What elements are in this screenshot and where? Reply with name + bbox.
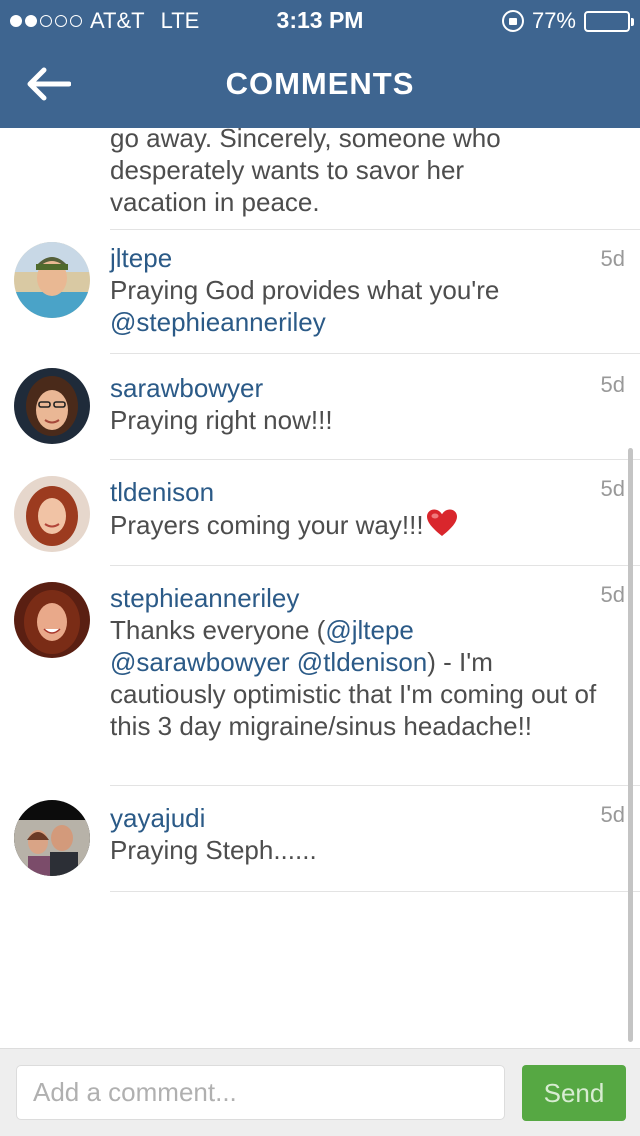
page-title: COMMENTS (225, 66, 415, 101)
comment-text: yayajudi Praying Steph...... (110, 802, 610, 866)
scrollbar[interactable] (628, 448, 633, 1042)
battery-percent: 77% (531, 8, 576, 33)
username-link[interactable]: sarawbowyer (110, 372, 610, 404)
username-link[interactable]: tldenison (110, 476, 610, 508)
avatar[interactable] (14, 800, 90, 876)
comment-body: Thanks everyone (@jltepe @sarawbowyer @tl… (110, 614, 610, 742)
comment-text: go away. Sincerely, someone who desperat… (110, 128, 610, 218)
mention-link[interactable]: @jltepe (325, 615, 414, 645)
heart-icon (426, 508, 458, 545)
comment-text: jltepe Praying God provides what you're … (110, 242, 610, 338)
comment-line: vacation in peace. (110, 187, 320, 217)
comment-body-text: Thanks everyone ( (110, 615, 326, 645)
divider (110, 229, 640, 230)
divider (110, 785, 640, 786)
comment-text: sarawbowyer Praying right now!!! (110, 372, 610, 436)
comments-list[interactable]: go away. Sincerely, someone who desperat… (0, 128, 640, 1048)
avatar[interactable] (14, 476, 90, 552)
comment-input[interactable] (16, 1065, 505, 1120)
nav-bar: COMMENTS (0, 40, 640, 128)
comment-body: Praying right now!!! (110, 405, 333, 435)
mention-link[interactable]: @sarawbowyer (110, 647, 290, 677)
top-bar: AT&T LTE 3:13 PM 77% COMMENTS (0, 0, 640, 128)
comment-timestamp: 5d (600, 246, 625, 271)
comment-timestamp: 5d (600, 372, 625, 397)
comment-text: tldenison Prayers coming your way!!! (110, 476, 610, 545)
comment-timestamp: 5d (600, 582, 625, 607)
comment-body: Praying Steph...... (110, 835, 317, 865)
comment-timestamp: 5d (600, 476, 625, 501)
comment-body: Prayers coming your way!!! (110, 510, 424, 540)
mention-link[interactable]: @tldenison (297, 647, 427, 677)
username-link[interactable]: yayajudi (110, 802, 610, 834)
battery-icon (584, 10, 634, 32)
divider (110, 891, 640, 892)
divider (110, 353, 640, 354)
comment-line: desperately wants to savor her (110, 155, 465, 185)
avatar[interactable] (14, 582, 90, 658)
send-button[interactable]: Send (522, 1065, 626, 1121)
comment-composer: Send (0, 1048, 640, 1136)
comment-line: go away. Sincerely, someone who (110, 128, 501, 153)
status-bar: AT&T LTE 3:13 PM 77% (0, 0, 640, 40)
divider (110, 565, 640, 566)
avatar[interactable] (14, 368, 90, 444)
rotation-lock-icon (501, 10, 524, 32)
avatar[interactable] (14, 242, 90, 318)
username-link[interactable]: jltepe (110, 242, 610, 274)
comment-timestamp: 5d (600, 802, 625, 827)
comment-text: stephieanneriley Thanks everyone (@jltep… (110, 582, 610, 742)
mention-link[interactable]: @stephieanneriley (110, 307, 326, 337)
username-link[interactable]: stephieanneriley (110, 582, 610, 614)
comment-body: Praying God provides what you're (110, 275, 500, 305)
divider (110, 459, 640, 460)
